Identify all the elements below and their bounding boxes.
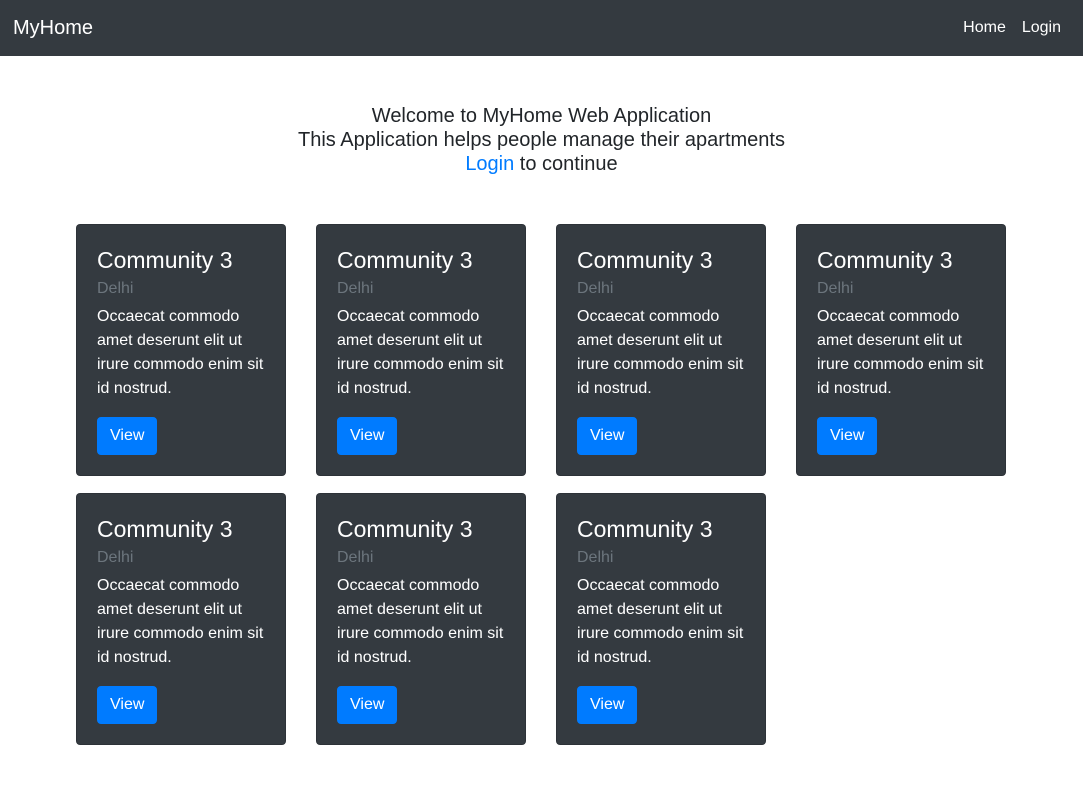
card-text: Occaecat commodo amet deserunt elit ut i… [817, 308, 984, 397]
card-subtitle: Delhi [97, 280, 134, 297]
card-subtitle: Delhi [577, 549, 614, 566]
card-title: Community 3 [97, 516, 233, 542]
welcome-login-line: Login to continue [0, 152, 1083, 176]
card-text: Occaecat commodo amet deserunt elit ut i… [577, 577, 744, 666]
view-button[interactable]: View [577, 686, 638, 724]
card-subtitle: Delhi [577, 280, 614, 297]
card-subtitle: Delhi [97, 549, 134, 566]
community-card: Community 3 Delhi Occaecat commodo amet … [556, 493, 766, 745]
card-title: Community 3 [577, 516, 713, 542]
community-card: Community 3 Delhi Occaecat commodo amet … [796, 224, 1006, 476]
card-text: Occaecat commodo amet deserunt elit ut i… [97, 577, 264, 666]
welcome-continue-text: to continue [514, 153, 618, 175]
card-title: Community 3 [97, 247, 233, 273]
card-title: Community 3 [577, 247, 713, 273]
brand-link[interactable]: MyHome [13, 17, 93, 40]
nav-links: Home Login [963, 19, 1061, 37]
card-subtitle: Delhi [337, 549, 374, 566]
card-text: Occaecat commodo amet deserunt elit ut i… [97, 308, 264, 397]
community-card: Community 3 Delhi Occaecat commodo amet … [556, 224, 766, 476]
navbar: MyHome Home Login [0, 0, 1083, 56]
card-text: Occaecat commodo amet deserunt elit ut i… [577, 308, 744, 397]
card-title: Community 3 [817, 247, 953, 273]
card-subtitle: Delhi [337, 280, 374, 297]
view-button[interactable]: View [97, 686, 158, 724]
view-button[interactable]: View [577, 417, 638, 455]
card-title: Community 3 [337, 516, 473, 542]
community-cards-grid: Community 3 Delhi Occaecat commodo amet … [76, 224, 1006, 745]
card-subtitle: Delhi [817, 280, 854, 297]
community-card: Community 3 Delhi Occaecat commodo amet … [76, 493, 286, 745]
view-button[interactable]: View [337, 417, 398, 455]
card-text: Occaecat commodo amet deserunt elit ut i… [337, 577, 504, 666]
card-text: Occaecat commodo amet deserunt elit ut i… [337, 308, 504, 397]
view-button[interactable]: View [97, 417, 158, 455]
community-card: Community 3 Delhi Occaecat commodo amet … [316, 493, 526, 745]
nav-link-home[interactable]: Home [963, 19, 1006, 37]
welcome-heading: Welcome to MyHome Web Application [371, 105, 712, 127]
community-card: Community 3 Delhi Occaecat commodo amet … [76, 224, 286, 476]
welcome-description: This Application helps people manage the… [298, 129, 785, 151]
welcome-login-link[interactable]: Login [465, 153, 514, 175]
view-button[interactable]: View [817, 417, 878, 455]
view-button[interactable]: View [337, 686, 398, 724]
nav-link-login[interactable]: Login [1022, 19, 1061, 37]
card-title: Community 3 [337, 247, 473, 273]
welcome-message: Welcome to MyHome Web Application This A… [0, 104, 1083, 176]
community-card: Community 3 Delhi Occaecat commodo amet … [316, 224, 526, 476]
